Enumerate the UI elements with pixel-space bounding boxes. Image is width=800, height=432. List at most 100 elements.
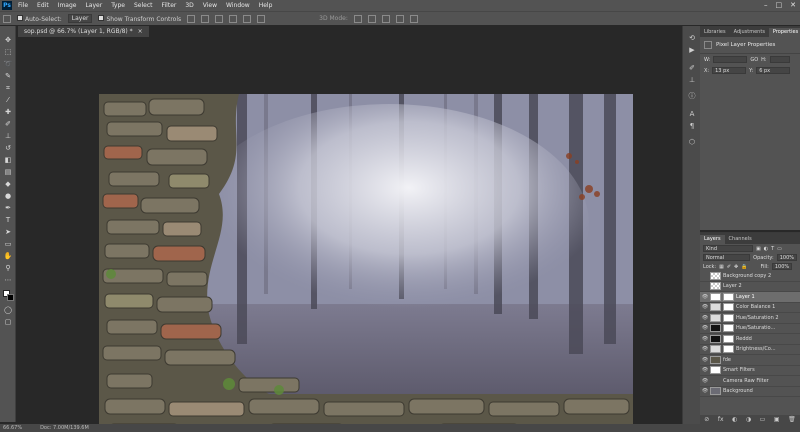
menu-type[interactable]: Type <box>111 2 125 9</box>
x-field[interactable]: 13 px <box>712 67 747 74</box>
filter-pixel-icon[interactable]: ▣ <box>756 246 761 252</box>
lasso-tool-icon[interactable]: ➰ <box>3 60 13 69</box>
menu-filter[interactable]: Filter <box>162 2 177 9</box>
eye-icon[interactable]: 👁 <box>700 325 710 331</box>
auto-select-dropdown[interactable]: Layer <box>67 14 93 23</box>
layer-mask-thumbnail[interactable] <box>723 313 734 322</box>
eye-icon[interactable]: 👁 <box>700 378 710 384</box>
quick-mask-icon[interactable]: ◯ <box>3 306 13 315</box>
maximize-button[interactable]: □ <box>776 1 783 9</box>
width-field[interactable] <box>713 56 748 63</box>
tab-adjustments[interactable]: Adjustments <box>730 28 769 37</box>
gradient-tool-icon[interactable]: ▤ <box>3 168 13 177</box>
eye-icon[interactable]: 👁 <box>700 315 710 321</box>
auto-select-checkbox[interactable]: Auto-Select: <box>17 14 62 23</box>
filter-type-icon[interactable]: T <box>771 246 774 252</box>
move-tool-icon[interactable]: ✥ <box>3 36 13 45</box>
history-icon[interactable]: ⟲ <box>687 34 697 43</box>
filter-shape-icon[interactable]: ▭ <box>777 246 782 252</box>
background-color-swatch[interactable] <box>7 294 14 301</box>
clone-stamp-tool-icon[interactable]: ⊥ <box>3 132 13 141</box>
history-brush-tool-icon[interactable]: ↺ <box>3 144 13 153</box>
3d-roll-icon[interactable] <box>367 14 376 23</box>
zoom-tool-icon[interactable]: ⚲ <box>3 264 13 273</box>
crop-tool-icon[interactable]: ⌗ <box>3 84 13 93</box>
paragraph-icon[interactable]: ¶ <box>687 122 697 131</box>
layer-row[interactable]: 👁 Layer 1 <box>700 292 800 303</box>
menu-layer[interactable]: Layer <box>85 2 102 9</box>
link-layers-icon[interactable]: ⊘ <box>704 416 709 423</box>
align-center-icon[interactable] <box>243 14 252 23</box>
eraser-tool-icon[interactable]: ◧ <box>3 156 13 165</box>
lock-pixels-icon[interactable]: ▦ <box>719 264 724 270</box>
layer-row[interactable]: 👁 Reddd <box>700 334 800 345</box>
delete-layer-icon[interactable]: 🗑 <box>788 416 796 423</box>
dodge-tool-icon[interactable]: ● <box>3 192 13 201</box>
clone-source-icon[interactable]: ⊥ <box>687 76 697 85</box>
hand-tool-icon[interactable]: ✋ <box>3 252 13 261</box>
3d-icon[interactable]: ⬡ <box>687 138 697 147</box>
blur-tool-icon[interactable]: ◆ <box>3 180 13 189</box>
menu-view[interactable]: View <box>203 2 217 9</box>
canvas-area[interactable] <box>17 37 682 432</box>
link-dimensions-button[interactable]: GO <box>750 57 758 63</box>
lock-position-icon[interactable]: ✥ <box>734 264 738 270</box>
rectangle-tool-icon[interactable]: ▭ <box>3 240 13 249</box>
layer-style-icon[interactable]: fx <box>718 416 724 423</box>
layer-row[interactable]: 👁 Hue/Saturation 2 <box>700 313 800 324</box>
new-layer-icon[interactable]: ▣ <box>774 416 780 423</box>
menu-edit[interactable]: Edit <box>37 2 49 9</box>
layer-mask-thumbnail[interactable] <box>723 345 734 354</box>
lock-paint-icon[interactable]: ✐ <box>727 264 731 270</box>
eye-icon[interactable]: 👁 <box>700 388 710 394</box>
tab-properties[interactable]: Properties <box>768 28 800 37</box>
tab-channels[interactable]: Channels <box>725 235 756 244</box>
layer-row[interactable]: Background copy 2 <box>700 271 800 282</box>
layer-row[interactable]: 👁 Smart Filters <box>700 366 800 376</box>
3d-pan-icon[interactable] <box>381 14 390 23</box>
tab-libraries[interactable]: Libraries <box>700 28 730 37</box>
type-tool-icon[interactable]: T <box>3 216 13 225</box>
brush-tool-icon[interactable]: ✐ <box>3 120 13 129</box>
align-right-icon[interactable] <box>257 14 266 23</box>
new-adjustment-icon[interactable]: ◑ <box>746 416 751 423</box>
edit-toolbar-icon[interactable]: ⋯ <box>3 276 13 285</box>
info-icon[interactable]: ⓘ <box>687 92 697 101</box>
y-field[interactable]: 6 px <box>756 67 791 74</box>
align-top-icon[interactable] <box>187 14 196 23</box>
blend-mode-dropdown[interactable]: Normal <box>703 254 751 261</box>
quick-select-tool-icon[interactable]: ✎ <box>3 72 13 81</box>
layer-mask-thumbnail[interactable] <box>723 334 734 343</box>
minimize-button[interactable]: – <box>764 1 768 9</box>
3d-slide-icon[interactable] <box>395 14 404 23</box>
layer-row[interactable]: 👁 Hue/Saturatio... <box>700 324 800 334</box>
layer-row[interactable]: 👁 Background <box>700 387 800 397</box>
eye-icon[interactable]: 👁 <box>700 367 710 373</box>
actions-icon[interactable]: ▶ <box>687 46 697 55</box>
menu-file[interactable]: File <box>18 2 28 9</box>
document-tab[interactable]: sop.psd @ 66.7% (Layer 1, RGB/8) * × <box>18 26 149 37</box>
layer-filter-dropdown[interactable]: Kind <box>703 245 753 252</box>
3d-scale-icon[interactable] <box>409 14 418 23</box>
height-field[interactable] <box>769 56 790 63</box>
add-mask-icon[interactable]: ◐ <box>732 416 737 423</box>
filter-adjustment-icon[interactable]: ◐ <box>764 246 768 252</box>
close-document-icon[interactable]: × <box>138 28 143 35</box>
layer-row[interactable]: 👁 Brightness/Co... <box>700 345 800 355</box>
zoom-level[interactable]: 66.67% <box>3 425 22 431</box>
healing-brush-tool-icon[interactable]: ✚ <box>3 108 13 117</box>
layer-mask-thumbnail[interactable] <box>723 303 734 312</box>
align-bottom-icon[interactable] <box>215 14 224 23</box>
character-icon[interactable]: A <box>687 110 697 119</box>
tab-layers[interactable]: Layers <box>700 235 725 244</box>
opacity-field[interactable]: 100% <box>776 254 797 261</box>
document-canvas[interactable] <box>99 94 633 432</box>
layer-mask-thumbnail[interactable] <box>723 292 734 301</box>
eye-icon[interactable]: 👁 <box>700 346 710 352</box>
smart-filter-mask-thumbnail[interactable] <box>710 366 721 375</box>
3d-rotate-icon[interactable] <box>353 14 362 23</box>
layer-row[interactable]: Layer 2 <box>700 282 800 292</box>
menu-3d[interactable]: 3D <box>185 2 193 9</box>
transform-controls-checkbox[interactable]: Show Transform Controls <box>98 14 181 23</box>
eye-icon[interactable]: 👁 <box>700 294 710 300</box>
